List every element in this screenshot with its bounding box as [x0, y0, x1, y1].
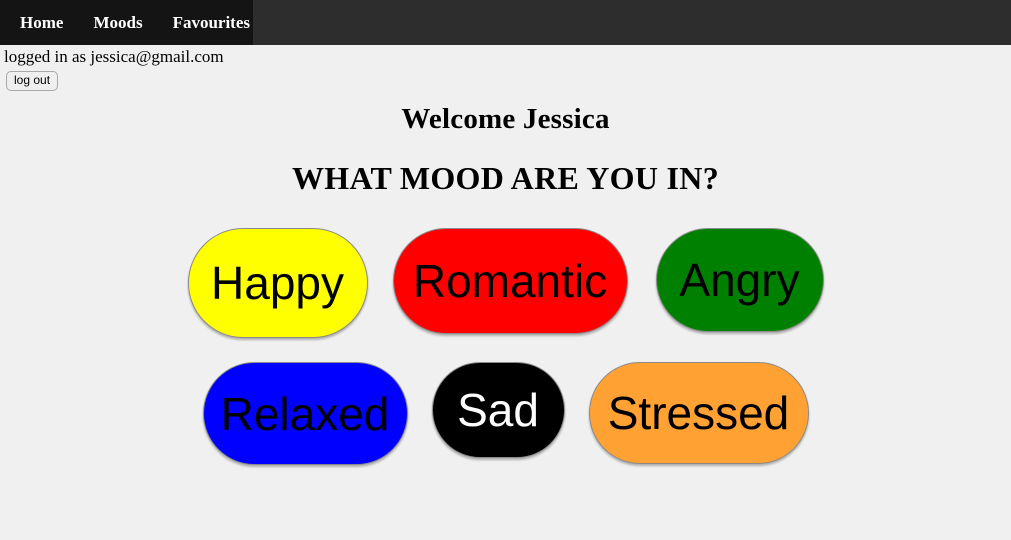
navbar: Home Moods Favourites — [0, 0, 1011, 45]
logged-in-status: logged in as jessica@gmail.com — [4, 47, 224, 66]
nav-item-home[interactable]: Home — [0, 0, 78, 45]
mood-button-relaxed[interactable]: Relaxed — [202, 362, 408, 465]
mood-button-angry[interactable]: Angry — [655, 228, 824, 332]
session-strip: logged in as jessica@gmail.com log out — [0, 45, 1011, 91]
mood-button-happy[interactable]: Happy — [187, 228, 368, 338]
mood-button-romantic[interactable]: Romantic — [392, 228, 628, 334]
mood-button-sad[interactable]: Sad — [431, 362, 565, 458]
mood-question-heading: WHAT MOOD ARE YOU IN? — [291, 160, 720, 196]
nav-item-favourites[interactable]: Favourites — [158, 0, 265, 45]
nav-item-moods[interactable]: Moods — [78, 0, 157, 45]
mood-button-row-1: Happy Romantic Angry — [0, 228, 1011, 338]
welcome-heading: Welcome Jessica — [401, 103, 610, 135]
navbar-links: Home Moods Favourites — [0, 0, 265, 45]
mood-button-stressed[interactable]: Stressed — [588, 362, 809, 464]
mood-button-row-2: Relaxed Sad Stressed — [0, 362, 1011, 465]
log-out-button[interactable]: log out — [6, 70, 59, 91]
